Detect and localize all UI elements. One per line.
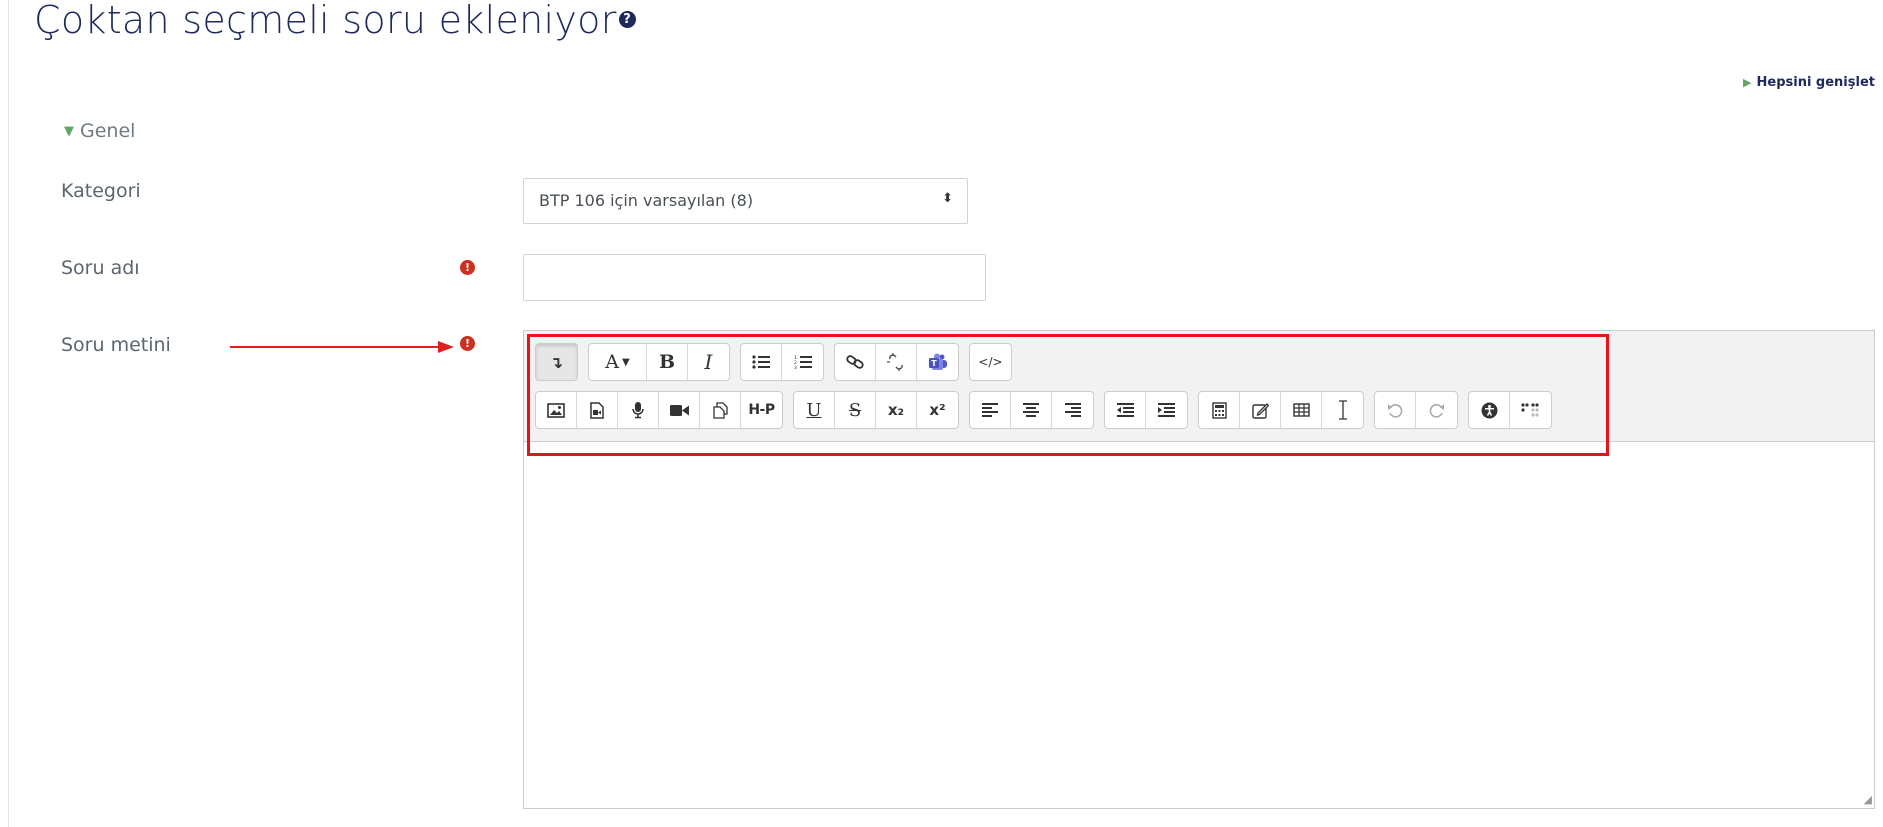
outdent-icon[interactable] — [1105, 392, 1146, 428]
resize-grip-icon[interactable]: ◢ — [1864, 793, 1872, 806]
toolbar-group-indent — [1104, 391, 1188, 429]
annotation-arrow-line — [230, 346, 440, 348]
section-header-label: Genel — [80, 120, 136, 142]
caret-down-icon: ▼ — [64, 124, 74, 139]
editor-toolbar: ↴ A ▼ B I 123 T </> H-P U S x₂ x² — [523, 330, 1875, 441]
redo-icon[interactable] — [1416, 392, 1457, 428]
superscript-glyph: x² — [929, 401, 946, 419]
bold-icon[interactable]: B — [647, 344, 688, 380]
undo-icon[interactable] — [1375, 392, 1416, 428]
h5p-glyph: H-P — [748, 402, 775, 418]
font-size-glyph: A — [605, 351, 620, 373]
svg-text:T: T — [931, 359, 937, 368]
link-icon[interactable] — [835, 344, 876, 380]
toolbar-group-lists: 123 — [740, 343, 824, 381]
dropdown-caret-icon: ▼ — [622, 356, 630, 368]
subscript-glyph: x₂ — [887, 401, 905, 419]
accessibility-checker-icon[interactable] — [1469, 392, 1510, 428]
category-label: Kategori — [61, 180, 141, 202]
caret-right-icon: ▶ — [1743, 76, 1752, 89]
screen-reader-helper-icon[interactable] — [1510, 392, 1551, 428]
page-title-text: Çoktan seçmeli soru ekleniyor — [34, 0, 617, 42]
toolbar-group-align — [969, 391, 1094, 429]
record-video-icon[interactable] — [659, 392, 700, 428]
record-audio-icon[interactable] — [618, 392, 659, 428]
toolbar-group-textstyle: U S x₂ x² — [793, 391, 959, 429]
strikethrough-icon[interactable]: S — [835, 392, 876, 428]
teams-meeting-icon[interactable]: T — [917, 344, 958, 380]
clear-formatting-icon[interactable] — [1322, 392, 1363, 428]
page-title: Çoktan seçmeli soru ekleniyor? — [34, 0, 636, 42]
unordered-list-icon[interactable] — [741, 344, 782, 380]
manage-files-icon[interactable] — [700, 392, 741, 428]
h5p-icon[interactable]: H-P — [741, 392, 782, 428]
toolbar-group-history — [1374, 391, 1458, 429]
subscript-icon[interactable]: x₂ — [876, 392, 917, 428]
annotation-arrow-head — [438, 341, 454, 353]
indent-icon[interactable] — [1146, 392, 1187, 428]
underline-icon[interactable]: U — [794, 392, 835, 428]
toolbar-group-collapse: ↴ — [535, 343, 578, 381]
question-name-label: Soru adı — [61, 257, 140, 279]
svg-text:3: 3 — [794, 365, 797, 370]
toolbar-group-html: </> — [969, 343, 1012, 381]
toolbar-group-media: H-P — [535, 391, 783, 429]
question-text-label: Soru metini — [61, 334, 171, 356]
question-name-input[interactable] — [523, 254, 986, 301]
question-text-editor[interactable]: ◢ — [523, 441, 1875, 809]
select-arrows-icon: ⬍ — [942, 191, 953, 206]
align-right-icon[interactable] — [1052, 392, 1093, 428]
underline-glyph: U — [806, 399, 822, 421]
toolbar-group-links: T — [834, 343, 959, 381]
page-left-border — [8, 0, 9, 827]
special-character-icon[interactable] — [1240, 392, 1281, 428]
toolbar-row-1: ↴ A ▼ B I 123 T </> — [535, 343, 1022, 381]
strikethrough-glyph: S — [848, 399, 862, 421]
italic-glyph: I — [704, 350, 713, 374]
section-header-genel[interactable]: ▼ Genel — [64, 120, 135, 142]
question-circle-icon[interactable]: ? — [618, 11, 636, 28]
exclamation-circle-icon[interactable]: ! — [460, 336, 475, 351]
html-source-icon[interactable]: </> — [970, 344, 1011, 380]
show-more-buttons-icon[interactable]: ↴ — [536, 344, 577, 380]
align-left-icon[interactable] — [970, 392, 1011, 428]
equation-icon[interactable] — [1199, 392, 1240, 428]
expand-all-label: Hepsini genişlet — [1756, 75, 1876, 90]
unlink-icon[interactable] — [876, 344, 917, 380]
html-source-glyph: </> — [978, 355, 1003, 369]
ordered-list-icon[interactable]: 123 — [782, 344, 823, 380]
toolbar-group-accessibility — [1468, 391, 1552, 429]
toolbar-group-insert — [1198, 391, 1364, 429]
image-icon[interactable] — [536, 392, 577, 428]
toolbar-group-style: A ▼ B I — [588, 343, 730, 381]
italic-icon[interactable]: I — [688, 344, 729, 380]
font-size-icon[interactable]: A ▼ — [589, 344, 647, 380]
expand-all-link[interactable]: ▶ Hepsini genişlet — [1743, 75, 1875, 90]
exclamation-circle-icon[interactable]: ! — [460, 260, 475, 275]
align-center-icon[interactable] — [1011, 392, 1052, 428]
category-select[interactable]: BTP 106 için varsayılan (8) ⬍ — [523, 178, 968, 224]
media-icon[interactable] — [577, 392, 618, 428]
bold-glyph: B — [658, 351, 676, 373]
toolbar-row-2: H-P U S x₂ x² — [535, 391, 1562, 429]
category-selected-value: BTP 106 için varsayılan (8) — [539, 191, 754, 210]
table-icon[interactable] — [1281, 392, 1322, 428]
superscript-icon[interactable]: x² — [917, 392, 958, 428]
